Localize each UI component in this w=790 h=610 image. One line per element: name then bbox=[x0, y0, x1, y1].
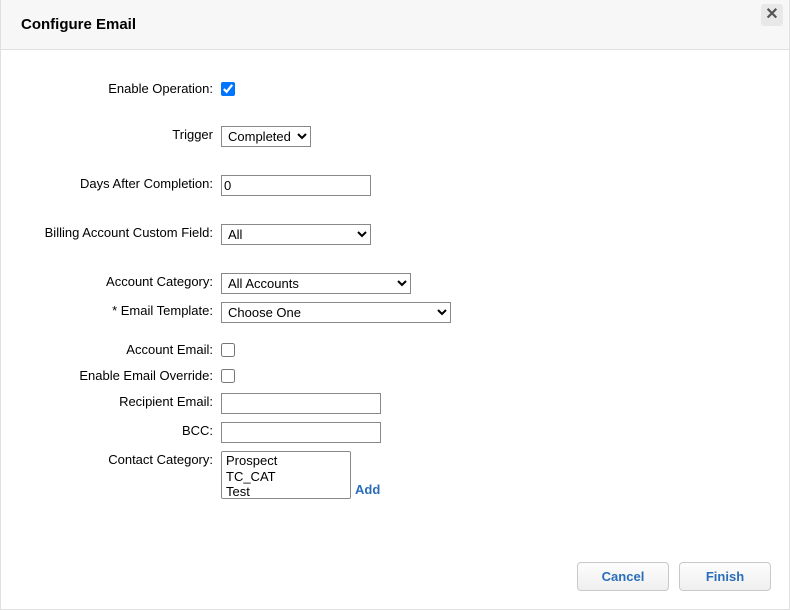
trigger-label: Trigger bbox=[21, 126, 221, 144]
bcc-label: BCC: bbox=[21, 422, 221, 440]
enable-operation-label: Enable Operation: bbox=[21, 80, 221, 98]
email-template-label: * Email Template: bbox=[21, 302, 221, 320]
account-category-label: Account Category: bbox=[21, 273, 221, 291]
finish-button[interactable]: Finish bbox=[679, 562, 771, 591]
contact-category-multiselect[interactable]: ProspectTC_CATTest bbox=[221, 451, 351, 499]
bcc-input[interactable] bbox=[221, 422, 381, 443]
cancel-button[interactable]: Cancel bbox=[577, 562, 669, 591]
recipient-email-input[interactable] bbox=[221, 393, 381, 414]
close-icon[interactable]: ✕ bbox=[761, 4, 783, 26]
account-category-select[interactable]: All Accounts bbox=[221, 273, 411, 294]
modal-title: Configure Email bbox=[21, 16, 136, 33]
account-email-checkbox[interactable] bbox=[221, 343, 235, 357]
modal-header: Configure Email ✕ bbox=[1, 0, 789, 50]
enable-operation-checkbox[interactable] bbox=[221, 82, 235, 96]
form-area: Enable Operation: Trigger Completed Days… bbox=[1, 50, 789, 499]
account-email-label: Account Email: bbox=[21, 341, 221, 359]
configure-email-modal: Configure Email ✕ Enable Operation: Trig… bbox=[0, 0, 790, 610]
enable-email-override-label: Enable Email Override: bbox=[21, 367, 221, 385]
email-template-select[interactable]: Choose One bbox=[221, 302, 451, 323]
trigger-select[interactable]: Completed bbox=[221, 126, 311, 147]
enable-email-override-checkbox[interactable] bbox=[221, 369, 235, 383]
recipient-email-label: Recipient Email: bbox=[21, 393, 221, 411]
add-contact-category-link[interactable]: Add bbox=[355, 482, 380, 499]
modal-footer: Cancel Finish bbox=[577, 562, 771, 591]
contact-category-label: Contact Category: bbox=[21, 451, 221, 469]
billing-custom-field-select[interactable]: All bbox=[221, 224, 371, 245]
billing-custom-field-label: Billing Account Custom Field: bbox=[21, 224, 221, 242]
days-after-input[interactable] bbox=[221, 175, 371, 196]
days-after-label: Days After Completion: bbox=[21, 175, 221, 193]
